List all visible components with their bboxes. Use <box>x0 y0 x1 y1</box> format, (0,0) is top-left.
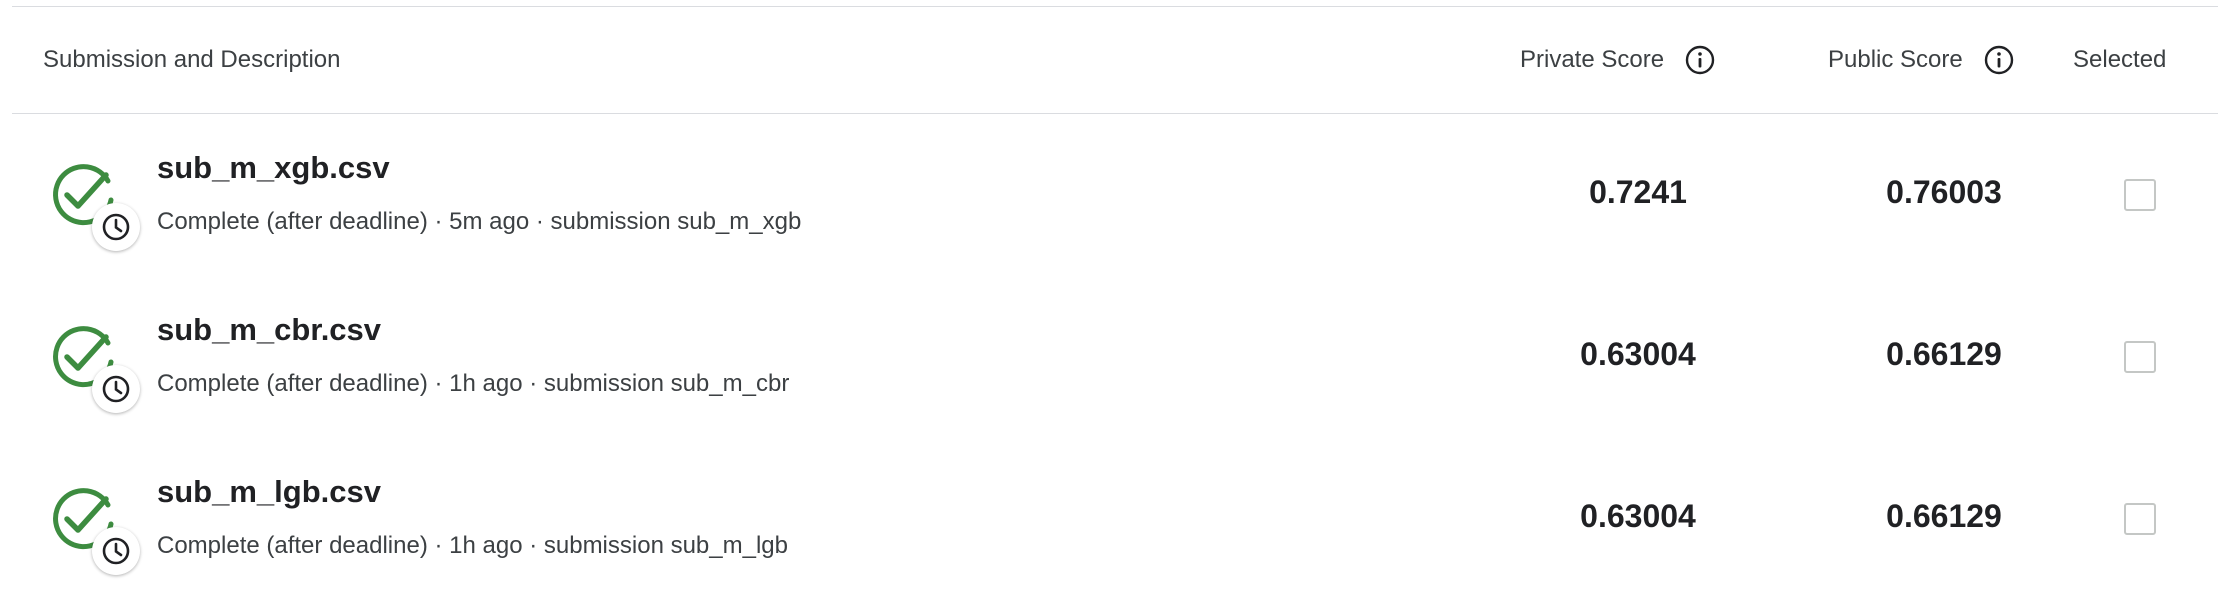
header-selected: Selected <box>2073 7 2166 113</box>
submission-name[interactable]: sub_m_lgb.csv <box>157 474 381 510</box>
status-indicator <box>48 321 144 417</box>
header-private-score: Private Score <box>1520 7 1815 113</box>
table-row: sub_m_cbr.csv Complete (after deadline) … <box>12 276 2218 438</box>
header-private-score-label: Private Score <box>1520 46 1665 73</box>
private-score: 0.7241 <box>1589 174 1687 210</box>
status-indicator <box>48 159 144 255</box>
submission-description: Complete (after deadline) · 1h ago · sub… <box>157 532 788 559</box>
public-score: 0.76003 <box>1886 174 2002 210</box>
header-submission: Submission and Description <box>43 7 340 113</box>
public-score: 0.66129 <box>1886 498 2002 534</box>
private-score: 0.63004 <box>1580 336 1696 372</box>
submission-description: Complete (after deadline) · 1h ago · sub… <box>157 370 790 397</box>
header-public-score-label: Public Score <box>1828 46 1963 73</box>
selected-checkbox[interactable] <box>2124 503 2156 535</box>
submission-description: Complete (after deadline) · 5m ago · sub… <box>157 208 802 235</box>
submission-name[interactable]: sub_m_cbr.csv <box>157 312 381 348</box>
submissions-table: Submission and Description Private Score… <box>12 6 2218 600</box>
clock-icon <box>92 365 140 413</box>
selected-checkbox[interactable] <box>2124 179 2156 211</box>
clock-icon <box>92 527 140 575</box>
public-score: 0.66129 <box>1886 336 2002 372</box>
info-icon[interactable] <box>1983 44 2015 76</box>
submission-name[interactable]: sub_m_xgb.csv <box>157 150 390 186</box>
selected-checkbox[interactable] <box>2124 341 2156 373</box>
status-indicator <box>48 483 144 579</box>
private-score: 0.63004 <box>1580 498 1696 534</box>
header-submission-label: Submission and Description <box>43 46 341 73</box>
header-public-score: Public Score <box>1828 7 2028 113</box>
header-selected-label: Selected <box>2073 46 2167 73</box>
table-header: Submission and Description Private Score… <box>12 7 2218 114</box>
table-row: sub_m_lgb.csv Complete (after deadline) … <box>12 438 2218 600</box>
clock-icon <box>92 203 140 251</box>
info-icon[interactable] <box>1684 44 1716 76</box>
table-row: sub_m_xgb.csv Complete (after deadline) … <box>12 114 2218 276</box>
